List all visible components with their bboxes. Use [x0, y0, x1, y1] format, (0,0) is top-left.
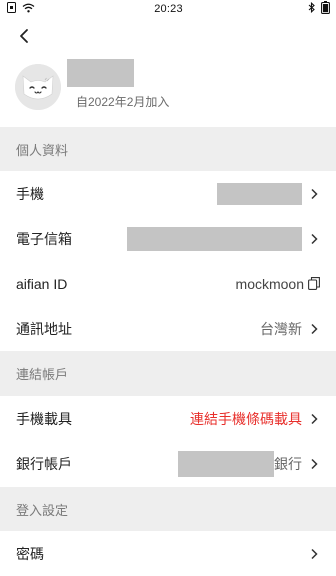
bluetooth-icon	[308, 1, 316, 16]
section-title: 個人資料	[16, 142, 69, 158]
row-label: aifian ID	[16, 275, 68, 292]
chevron-left-icon	[18, 28, 30, 49]
phone-redacted	[217, 182, 302, 205]
profile-header: 自2022年2月加入	[0, 56, 336, 126]
status-time: 20:23	[154, 3, 183, 15]
row-label: 手機載具	[16, 410, 72, 427]
row-label: 通訊地址	[16, 320, 72, 337]
joined-date: 自2022年2月加入	[76, 95, 170, 109]
bank-value: 銀行	[274, 455, 302, 472]
row-email[interactable]: 電子信箱	[0, 216, 336, 261]
cat-face-icon	[15, 64, 61, 110]
battery-icon	[321, 1, 330, 17]
link-carrier-link[interactable]: 連結手機條碼載具	[190, 409, 302, 429]
chevron-right-icon	[310, 188, 320, 200]
status-right	[250, 1, 330, 17]
wifi-icon	[22, 3, 35, 16]
chevron-right-icon	[310, 548, 320, 560]
row-password[interactable]: 密碼	[0, 531, 336, 576]
chevron-right-icon	[310, 323, 320, 335]
status-left	[7, 2, 87, 16]
row-value: mockmoon	[236, 276, 320, 292]
row-label: 電子信箱	[16, 230, 72, 247]
section-header-login: 登入設定	[0, 487, 336, 531]
section-title: 連結帳戶	[16, 367, 69, 382]
row-carrier[interactable]: 手機載具 連結手機條碼載具	[0, 396, 336, 441]
row-value	[302, 548, 320, 560]
status-bar: 20:23	[0, 0, 336, 18]
section-header-linked: 連結帳戶	[0, 351, 336, 396]
section-title: 登入設定	[16, 502, 69, 518]
bank-redacted	[178, 450, 274, 477]
row-aifian-id[interactable]: aifian ID mockmoon	[0, 261, 336, 306]
aifian-id-value: mockmoon	[235, 275, 304, 292]
row-label: 密碼	[16, 545, 44, 562]
row-label: 手機	[16, 185, 44, 202]
section-header-personal: 個人資料	[0, 127, 336, 171]
chevron-right-icon	[310, 233, 320, 245]
row-address[interactable]: 通訊地址 台灣新	[0, 306, 336, 351]
row-value: 連結手機條碼載具	[190, 409, 320, 429]
row-value: 台灣新	[260, 319, 320, 339]
email-redacted	[127, 226, 302, 251]
row-value	[127, 226, 320, 251]
row-value: 銀行	[178, 450, 320, 477]
row-value	[217, 182, 320, 205]
address-value: 台灣新	[260, 320, 302, 337]
row-label: 銀行帳戶	[16, 455, 72, 472]
row-bank[interactable]: 銀行帳戶 銀行	[0, 441, 336, 486]
back-button[interactable]	[12, 26, 36, 50]
row-phone[interactable]: 手機	[0, 171, 336, 216]
avatar[interactable]	[15, 64, 61, 110]
chevron-right-icon	[310, 413, 320, 425]
copy-icon[interactable]	[308, 277, 320, 290]
chevron-right-icon	[310, 458, 320, 470]
notification-icon	[7, 2, 16, 16]
user-name-redacted	[67, 59, 134, 87]
